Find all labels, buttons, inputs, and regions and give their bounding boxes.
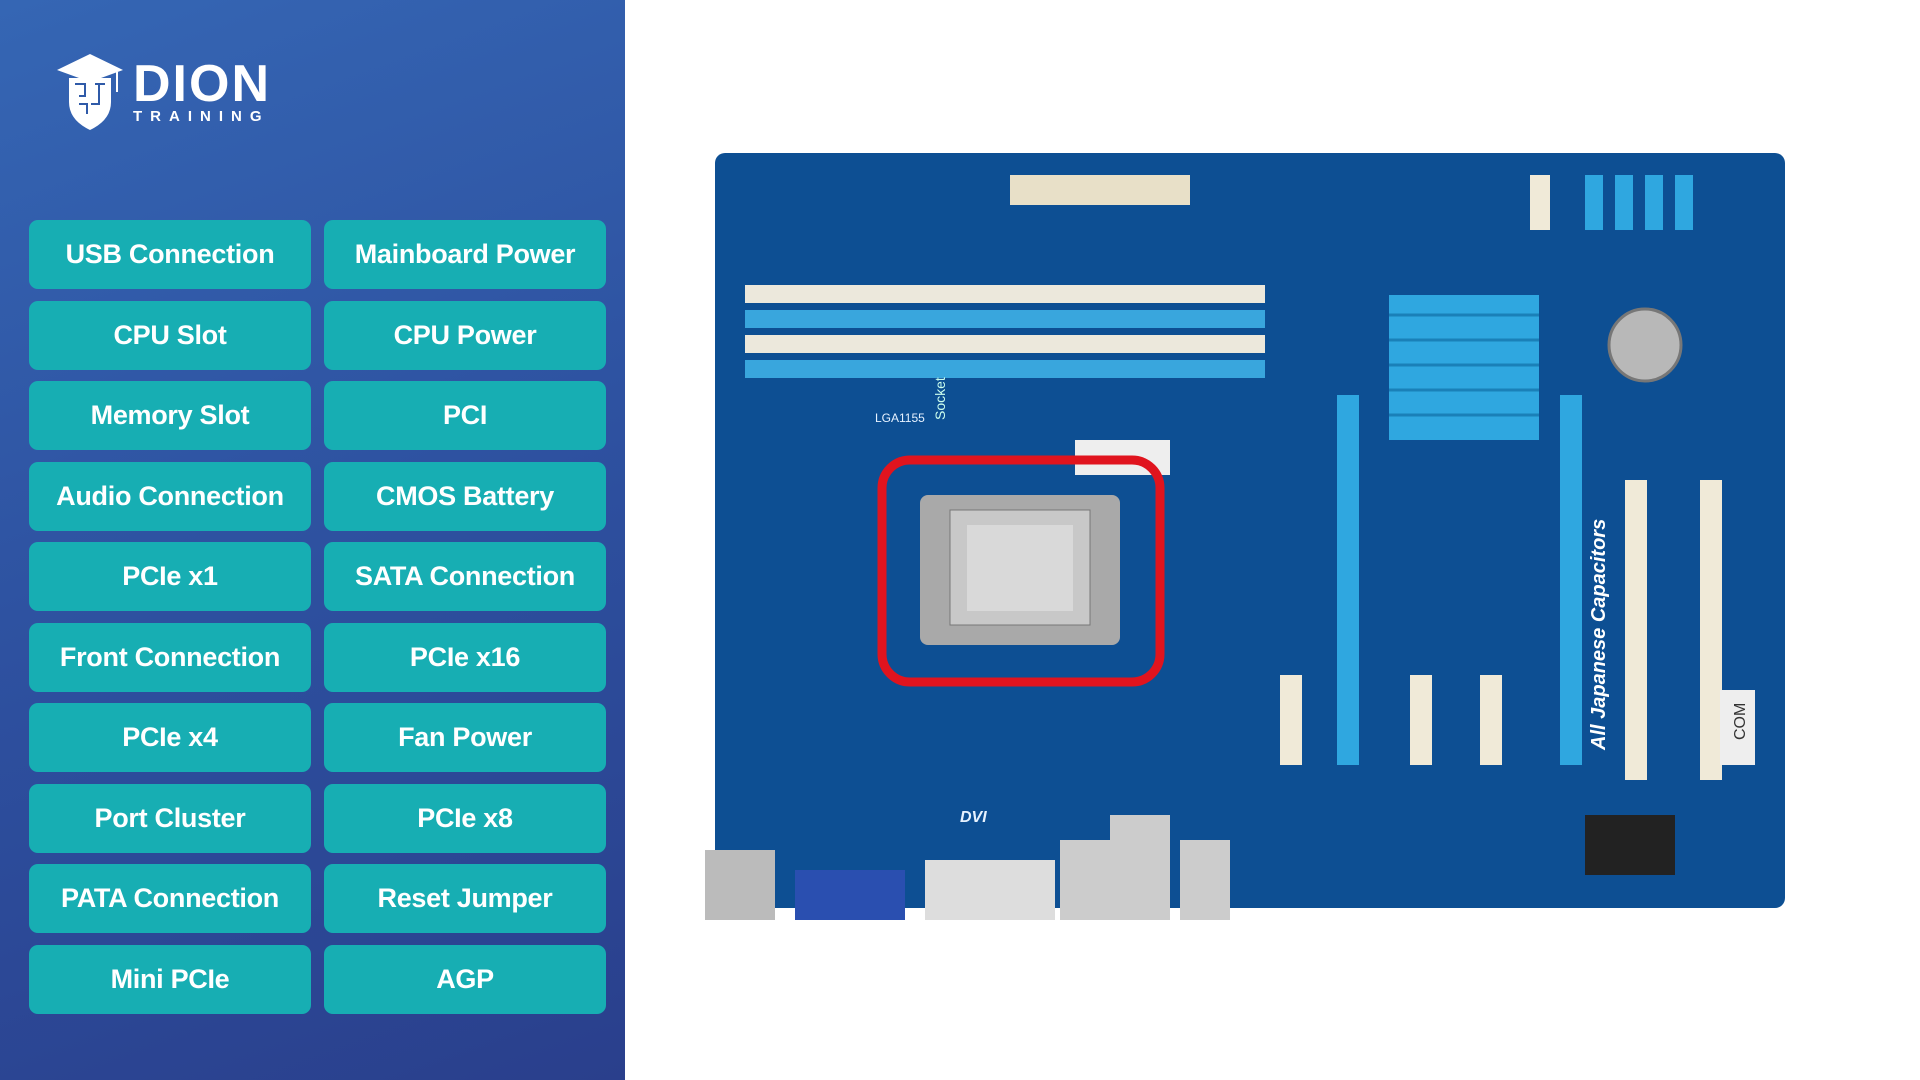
- answer-panel: DION TRAINING USB Connection Mainboard Po…: [0, 0, 625, 1080]
- answer-option-agp[interactable]: AGP: [324, 944, 606, 1014]
- pcb: [715, 153, 1785, 908]
- answer-option-pci[interactable]: PCI: [324, 381, 606, 450]
- answer-option-pcie-x8[interactable]: PCIe x8: [324, 783, 606, 853]
- silkscreen-socket: Socket: [932, 377, 948, 420]
- cmos-battery: [1607, 307, 1683, 383]
- chipset: [1585, 815, 1675, 875]
- sata3-port: [1530, 175, 1550, 230]
- answer-option-cpu-power[interactable]: CPU Power: [324, 300, 606, 370]
- silkscreen-dvi: DVI: [960, 809, 987, 826]
- silkscreen-capacitors: All Japanese Capacitors: [1588, 519, 1610, 751]
- cpu-socket: [920, 495, 1120, 645]
- answer-option-audio-connection[interactable]: Audio Connection: [29, 461, 311, 531]
- answer-option-mini-pcie[interactable]: Mini PCIe: [29, 944, 311, 1014]
- answer-option-cmos-battery[interactable]: CMOS Battery: [324, 461, 606, 531]
- answer-option-mainboard-power[interactable]: Mainboard Power: [324, 220, 606, 289]
- answer-option-usb-connection[interactable]: USB Connection: [29, 220, 311, 289]
- answer-option-front-connection[interactable]: Front Connection: [29, 622, 311, 692]
- logo-brand: DION: [133, 54, 271, 113]
- answer-option-pcie-x4[interactable]: PCIe x4: [29, 703, 311, 772]
- heatsink: [1389, 295, 1539, 440]
- motherboard-image: Socket All Japanese Capacitors LGA1155 C…: [705, 153, 1785, 920]
- answer-option-port-cluster[interactable]: Port Cluster: [29, 783, 311, 853]
- answer-option-cpu-slot[interactable]: CPU Slot: [29, 300, 311, 370]
- silkscreen-lga1155: LGA1155: [875, 411, 925, 425]
- silkscreen-com: COM: [1732, 703, 1749, 740]
- answer-option-pcie-x16[interactable]: PCIe x16: [324, 622, 606, 692]
- graduation-shield-icon: [57, 54, 123, 130]
- dion-training-logo: DION TRAINING: [55, 52, 271, 132]
- answer-option-pcie-x1[interactable]: PCIe x1: [29, 542, 311, 611]
- answer-option-pata-connection[interactable]: PATA Connection: [29, 864, 311, 933]
- answer-option-fan-power[interactable]: Fan Power: [324, 703, 606, 772]
- logo-subtitle: TRAINING: [133, 107, 270, 125]
- atx-power-connector: [1010, 175, 1190, 205]
- answer-option-memory-slot[interactable]: Memory Slot: [29, 381, 311, 450]
- answer-option-reset-jumper[interactable]: Reset Jumper: [324, 864, 606, 933]
- answer-option-sata-connection[interactable]: SATA Connection: [324, 542, 606, 611]
